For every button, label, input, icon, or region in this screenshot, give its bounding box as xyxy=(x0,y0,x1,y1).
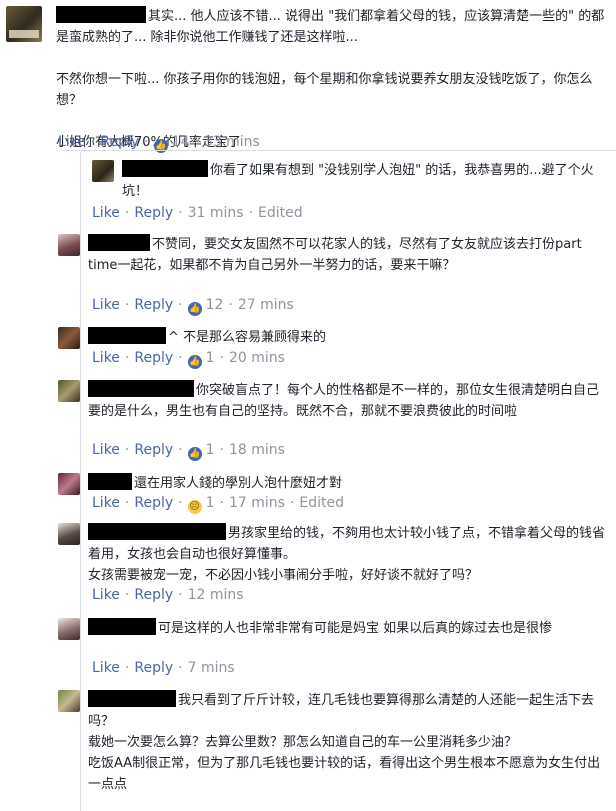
thumbs-up-icon: 👍 xyxy=(187,302,202,316)
thumbs-up-icon: 👍 xyxy=(187,447,202,461)
redacted-author-name[interactable] xyxy=(88,380,194,397)
comment-actions: Like · Reply · 12 mins xyxy=(92,587,244,603)
avatar[interactable] xyxy=(58,473,80,495)
like-count[interactable]: 1 xyxy=(206,442,215,458)
comment-text: 男孩家里给的钱，不夠用也太计较小钱了点，不错拿着父母的钱省着用，女孩也会自动也很… xyxy=(88,523,606,586)
reaction-count[interactable]: 1 xyxy=(206,495,215,511)
reply-link[interactable]: Reply xyxy=(134,587,173,603)
redacted-author-name[interactable] xyxy=(56,6,146,23)
comment-actions: Like · Reply · 👍 12 · 27 mins xyxy=(92,297,294,316)
like-link[interactable]: Like xyxy=(92,297,120,313)
avatar[interactable] xyxy=(58,690,80,712)
timestamp[interactable]: 27 mins xyxy=(238,297,294,313)
timestamp[interactable]: 33 mins xyxy=(204,134,260,150)
avatar[interactable] xyxy=(92,160,114,182)
comment-text: 我只看到了斤斤计较，连几毛钱也要算得那么清楚的人还能一起生活下去吗？ 载她一次要… xyxy=(88,690,606,795)
avatar[interactable] xyxy=(58,523,80,545)
timestamp[interactable]: 17 mins xyxy=(229,495,285,511)
reply-link[interactable]: Reply xyxy=(100,134,139,150)
comment-actions: Like · Reply · 7 mins xyxy=(92,660,235,676)
avatar[interactable] xyxy=(58,327,80,349)
comment-text: ^ 不是那么容易兼顾得来的 xyxy=(88,327,606,348)
comment-thread: 其实... 他人应该不错... 说得出 "我们都拿着父母的钱，应该算清楚一些的"… xyxy=(0,0,616,811)
like-link[interactable]: Like xyxy=(58,134,86,150)
edited-label[interactable]: Edited xyxy=(299,495,344,511)
avatar[interactable] xyxy=(58,618,80,640)
like-count[interactable]: 12 xyxy=(206,297,224,313)
like-link[interactable]: Like xyxy=(92,205,120,221)
like-link[interactable]: Like xyxy=(92,442,120,458)
like-link[interactable]: Like xyxy=(92,660,120,676)
avatar[interactable] xyxy=(6,6,42,42)
timestamp[interactable]: 20 mins xyxy=(229,350,285,366)
reply-link[interactable]: Reply xyxy=(134,660,173,676)
reply-link[interactable]: Reply xyxy=(134,350,173,366)
comment-actions: Like · Reply · 31 mins · Edited xyxy=(92,205,303,221)
avatar[interactable] xyxy=(58,234,80,256)
like-count[interactable]: 14 xyxy=(172,134,190,150)
like-count[interactable]: 1 xyxy=(206,350,215,366)
comment-actions: Like · Reply · 👍 1 · 20 mins xyxy=(92,350,285,369)
redacted-author-name[interactable] xyxy=(88,327,166,344)
comment-text: 不赞同，要交女友固然不可以花家人的钱，尽然有了女友就应该去打份part time… xyxy=(88,234,606,276)
comment-text: 可是这样的人也非常非常有可能是妈宝 如果以后真的嫁过去也是很惨 xyxy=(88,618,606,639)
comment-text: 其实... 他人应该不错... 说得出 "我们都拿着父母的钱，应该算清楚一些的"… xyxy=(56,6,611,153)
reply-thread-line xyxy=(80,152,81,811)
like-link[interactable]: Like xyxy=(92,587,120,603)
timestamp[interactable]: 7 mins xyxy=(188,660,235,676)
thumbs-up-icon: 👍 xyxy=(187,355,202,369)
reply-link[interactable]: Reply xyxy=(134,495,173,511)
redacted-author-name[interactable] xyxy=(88,234,150,251)
comment-text: 你突破盲点了！每个人的性格都是不一样的，那位女生很清楚明白自己要的是什么，男生也… xyxy=(88,380,606,422)
timestamp[interactable]: 18 mins xyxy=(229,442,285,458)
sad-face-icon: ☹ xyxy=(187,500,202,514)
like-link[interactable]: Like xyxy=(92,495,120,511)
redacted-author-name[interactable] xyxy=(88,690,176,707)
divider xyxy=(61,150,616,151)
avatar[interactable] xyxy=(58,380,80,402)
redacted-author-name[interactable] xyxy=(122,160,208,177)
comment-actions: Like · Reply · 👍 1 · 18 mins xyxy=(92,442,285,461)
reply-link[interactable]: Reply xyxy=(134,297,173,313)
comment-text: 還在用家人錢的學別人泡什麼妞才對 xyxy=(88,473,606,494)
comment-actions: Like · Reply · ☹ 1 · 17 mins · Edited xyxy=(92,495,345,514)
timestamp[interactable]: 12 mins xyxy=(188,587,244,603)
redacted-author-name[interactable] xyxy=(88,618,156,635)
redacted-author-name[interactable] xyxy=(88,473,132,490)
timestamp[interactable]: 31 mins xyxy=(188,205,244,221)
edited-label[interactable]: Edited xyxy=(258,205,303,221)
comment-text: 你看了如果有想到 "没钱别学人泡妞" 的话，我恭喜男的...避了个火坑！ xyxy=(122,160,606,202)
reply-link[interactable]: Reply xyxy=(134,205,173,221)
like-link[interactable]: Like xyxy=(92,350,120,366)
reply-link[interactable]: Reply xyxy=(134,442,173,458)
redacted-author-name[interactable] xyxy=(88,523,226,540)
